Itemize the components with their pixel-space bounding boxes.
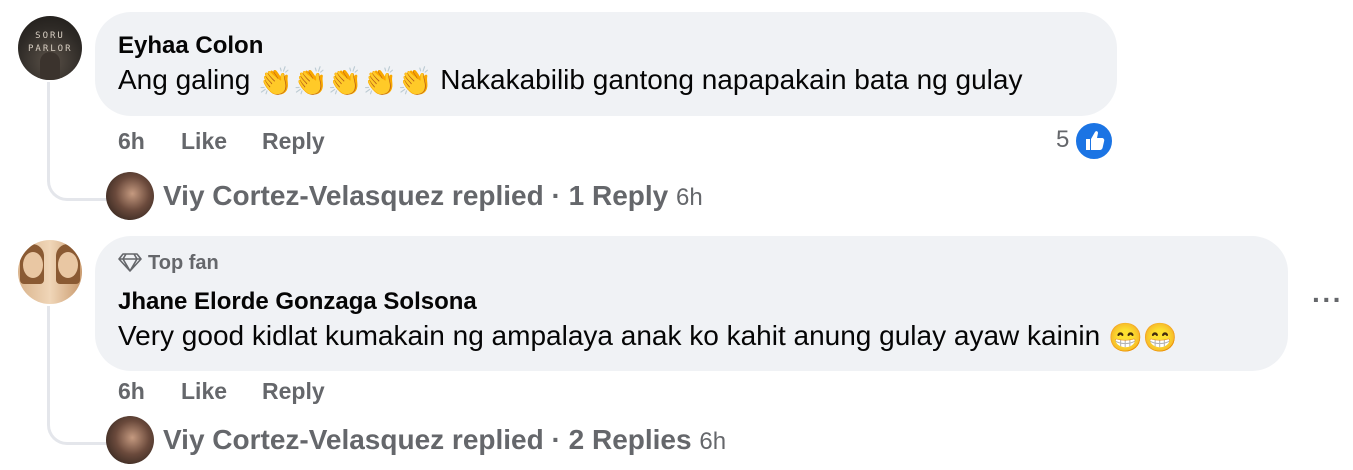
comment-text: Very good kidlat kumakain ng ampalaya an… bbox=[118, 320, 1178, 354]
avatar-face-left bbox=[23, 252, 43, 278]
comment-bubble: Eyhaa Colon Ang galing 👏👏👏👏👏 Nakakabilib… bbox=[95, 12, 1117, 116]
comment-bubble: Top fan Jhane Elorde Gonzaga Solsona Ver… bbox=[95, 236, 1288, 371]
replied-name: Viy Cortez-Velasquez replied bbox=[163, 180, 544, 211]
grinning-face-emoji: 😁😁 bbox=[1107, 322, 1178, 354]
reaction-count[interactable]: 5 bbox=[1056, 126, 1069, 154]
comment-text-suffix: Nakakabilib gantong napapakain bata ng g… bbox=[432, 64, 1023, 95]
diamond-icon bbox=[118, 253, 142, 272]
comment-text-prefix: Ang galing bbox=[118, 64, 259, 95]
comment-text-body: Very good kidlat kumakain ng ampalaya an… bbox=[118, 320, 1108, 351]
avatar-viy-cortez-velasquez[interactable] bbox=[106, 172, 154, 220]
clapping-hands-emoji: 👏👏👏👏👏 bbox=[258, 66, 433, 98]
avatar-jhane-elorde-gonzaga-solsona[interactable] bbox=[18, 240, 82, 304]
like-button[interactable]: Like bbox=[181, 378, 227, 405]
avatar-viy-cortez-velasquez[interactable] bbox=[106, 416, 154, 464]
avatar-person-figure bbox=[40, 52, 60, 80]
like-button[interactable]: Like bbox=[181, 128, 227, 155]
comment-author[interactable]: Eyhaa Colon bbox=[118, 32, 263, 60]
comment-time[interactable]: 6h bbox=[118, 128, 145, 155]
reply-button[interactable]: Reply bbox=[262, 378, 325, 405]
replied-count: 1 Reply bbox=[568, 180, 669, 211]
avatar-face-right bbox=[58, 252, 78, 278]
top-fan-label: Top fan bbox=[148, 252, 219, 274]
comment-time[interactable]: 6h bbox=[118, 378, 145, 405]
avatar-eyhaa-colon[interactable]: SORU PARLOR bbox=[18, 16, 82, 80]
top-fan-badge: Top fan bbox=[118, 252, 219, 275]
replied-time: 6h bbox=[699, 428, 727, 455]
replied-count: 2 Replies bbox=[568, 424, 692, 455]
replied-separator: · bbox=[551, 180, 561, 211]
replied-time: 6h bbox=[676, 184, 703, 211]
replied-separator: · bbox=[551, 424, 561, 455]
more-options-icon[interactable]: ··· bbox=[1312, 284, 1343, 316]
view-replies-link[interactable]: Viy Cortez-Velasquez replied · 1 Reply 6… bbox=[163, 180, 703, 212]
like-reaction-icon[interactable] bbox=[1074, 121, 1114, 161]
comment-author[interactable]: Jhane Elorde Gonzaga Solsona bbox=[118, 288, 477, 316]
reply-button[interactable]: Reply bbox=[262, 128, 325, 155]
replied-name: Viy Cortez-Velasquez replied bbox=[163, 424, 544, 455]
view-replies-link[interactable]: Viy Cortez-Velasquez replied · 2 Replies… bbox=[163, 424, 726, 456]
comment-text: Ang galing 👏👏👏👏👏 Nakakabilib gantong nap… bbox=[118, 64, 1022, 98]
